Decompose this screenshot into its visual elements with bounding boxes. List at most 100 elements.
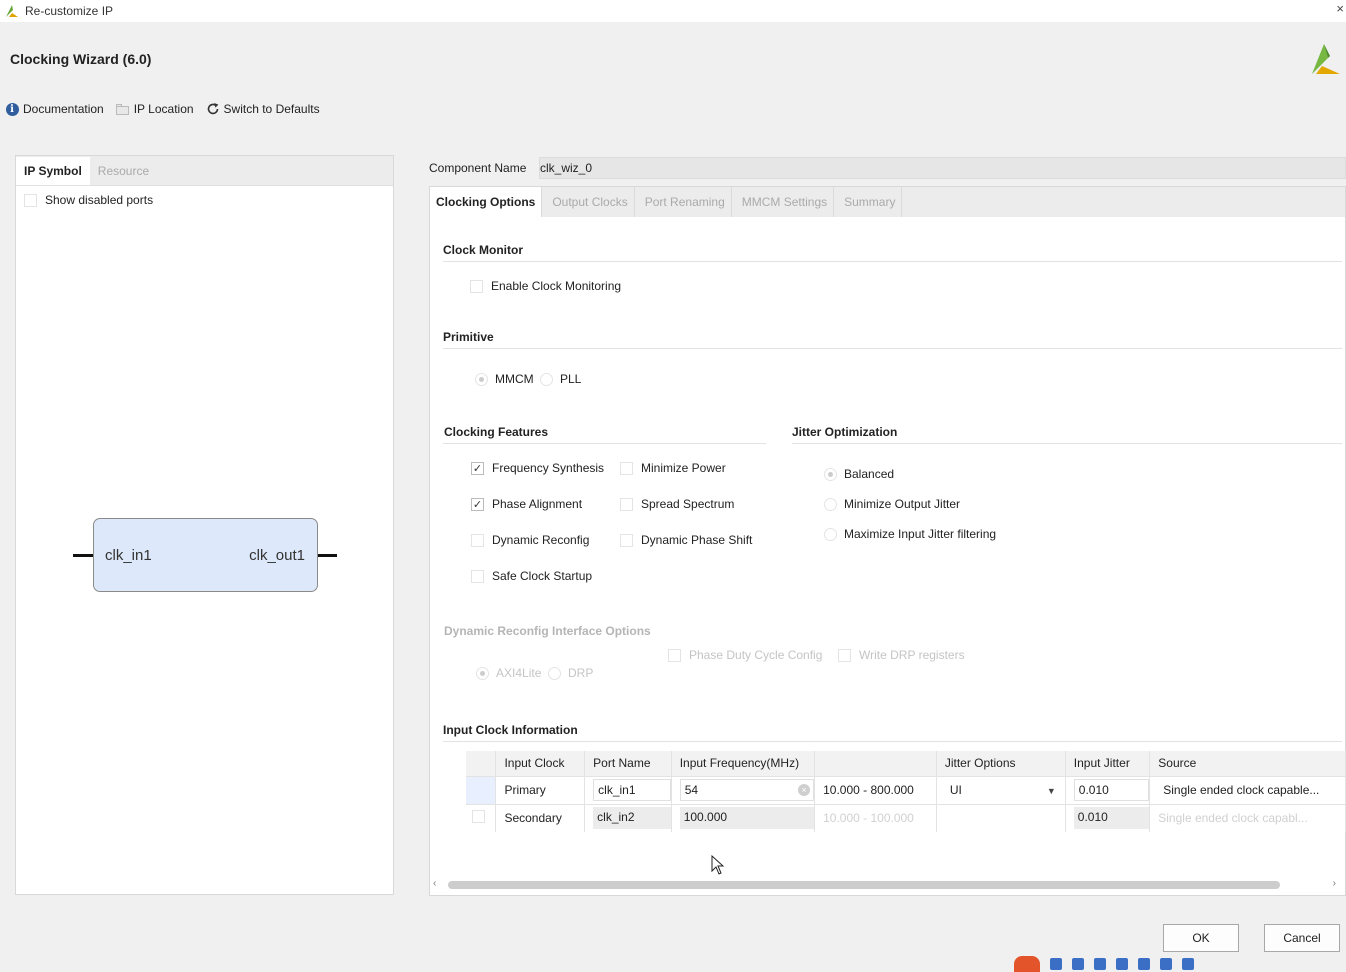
- frequency-synthesis-checkbox[interactable]: ✓: [471, 461, 484, 475]
- vivado-app-icon: [6, 5, 18, 17]
- row-selector[interactable]: [466, 775, 497, 804]
- scroll-left-icon[interactable]: ‹: [433, 878, 436, 889]
- drp-radio[interactable]: [548, 666, 561, 680]
- table-header-cell: Jitter Options: [936, 751, 1066, 776]
- phase-duty-cycle-config-checkbox[interactable]: [668, 648, 681, 662]
- scroll-right-icon[interactable]: ›: [1333, 878, 1336, 889]
- enable-clock-monitoring-checkbox[interactable]: [470, 279, 483, 293]
- dynamic-reconfig-option[interactable]: Dynamic Reconfig: [471, 533, 589, 547]
- primitive-mmcm-option[interactable]: MMCM: [475, 372, 534, 386]
- input-frequency-cell[interactable]: 100.000: [671, 803, 816, 832]
- source-cell: Single ended clock capabl...: [1149, 803, 1346, 832]
- frequency-synthesis-label: Frequency Synthesis: [492, 461, 605, 475]
- write-drp-registers-checkbox[interactable]: [838, 648, 851, 662]
- minimize-power-checkbox[interactable]: [620, 461, 633, 475]
- source-cell[interactable]: Single ended clock capable...: [1149, 775, 1346, 804]
- jitter-balanced-label: Balanced: [844, 467, 895, 481]
- config-tab-bar: Clocking Options Output Clocks Port Rena…: [430, 187, 1345, 217]
- jitter-minimize-output-option[interactable]: Minimize Output Jitter: [824, 497, 960, 511]
- ok-button[interactable]: OK: [1163, 924, 1239, 952]
- tray-icon[interactable]: [1138, 958, 1150, 970]
- primitive-pll-radio[interactable]: [540, 372, 553, 386]
- switch-to-defaults-button[interactable]: Switch to Defaults: [206, 102, 320, 116]
- jitter-balanced-radio[interactable]: [824, 467, 837, 481]
- jitter-minimize-output-radio[interactable]: [824, 497, 837, 511]
- primitive-mmcm-label: MMCM: [495, 372, 534, 386]
- drp-option[interactable]: DRP: [548, 666, 593, 680]
- enable-clock-monitoring-option[interactable]: Enable Clock Monitoring: [470, 279, 621, 293]
- output-pin: [318, 554, 337, 557]
- documentation-label: Documentation: [23, 102, 104, 116]
- input-frequency-field[interactable]: 54 ×: [679, 779, 815, 801]
- ip-location-label: IP Location: [133, 102, 194, 116]
- port-name-cell[interactable]: clk_in1: [584, 775, 672, 804]
- tab-mmcm-settings[interactable]: MMCM Settings: [736, 187, 835, 217]
- tray-icon[interactable]: [1050, 958, 1062, 970]
- row-checkbox[interactable]: [472, 810, 485, 824]
- input-method-icon[interactable]: [1014, 956, 1040, 972]
- minimize-power-option[interactable]: Minimize Power: [620, 461, 726, 475]
- phase-alignment-option[interactable]: ✓ Phase Alignment: [471, 497, 582, 511]
- axi4lite-option[interactable]: AXI4Lite: [476, 666, 541, 680]
- safe-clock-startup-option[interactable]: Safe Clock Startup: [471, 569, 592, 583]
- table-header-cell: Input Jitter: [1065, 751, 1151, 776]
- table-row[interactable]: Secondary clk_in2 100.000 10.000 - 100.0…: [466, 803, 1346, 832]
- primitive-pll-option[interactable]: PLL: [540, 372, 581, 386]
- input-jitter-cell[interactable]: 0.010: [1065, 775, 1151, 804]
- tab-resource[interactable]: Resource: [90, 157, 157, 185]
- input-clock-cell: Secondary: [495, 803, 586, 832]
- scrollbar-thumb[interactable]: [448, 881, 1280, 889]
- input-frequency-cell[interactable]: 54 ×: [671, 775, 816, 804]
- tab-clocking-options[interactable]: Clocking Options: [430, 187, 543, 217]
- spread-spectrum-option[interactable]: Spread Spectrum: [620, 497, 734, 511]
- safe-clock-startup-label: Safe Clock Startup: [492, 569, 593, 583]
- wizard-header: Clocking Wizard (6.0) i Documentation IP…: [0, 22, 1346, 150]
- safe-clock-startup-checkbox[interactable]: [471, 569, 484, 583]
- input-frequency-value: 54: [684, 783, 699, 797]
- window-close-button[interactable]: ×: [1336, 1, 1344, 16]
- tab-port-renaming[interactable]: Port Renaming: [639, 187, 732, 217]
- tray-icon[interactable]: [1072, 958, 1084, 970]
- frequency-synthesis-option[interactable]: ✓ Frequency Synthesis: [471, 461, 604, 475]
- tray-icon[interactable]: [1182, 958, 1194, 970]
- dynamic-phase-shift-checkbox[interactable]: [620, 533, 633, 547]
- tab-output-clocks[interactable]: Output Clocks: [546, 187, 635, 217]
- jitter-options-dropdown[interactable]: UI ▼: [944, 779, 1065, 801]
- input-jitter-cell[interactable]: 0.010: [1065, 803, 1151, 832]
- tab-summary[interactable]: Summary: [838, 187, 903, 217]
- ip-symbol-panel: IP Symbol Resource Show disabled ports c…: [15, 155, 394, 895]
- axi4lite-radio[interactable]: [476, 666, 489, 680]
- tray-icon[interactable]: [1160, 958, 1172, 970]
- jitter-maximize-input-option[interactable]: Maximize Input Jitter filtering: [824, 527, 996, 541]
- jitter-options-cell[interactable]: UI ▼: [936, 775, 1066, 804]
- dynamic-phase-shift-option[interactable]: Dynamic Phase Shift: [620, 533, 752, 547]
- tray-icon[interactable]: [1116, 958, 1128, 970]
- dynamic-reconfig-checkbox[interactable]: [471, 533, 484, 547]
- show-disabled-ports-option[interactable]: Show disabled ports: [24, 193, 153, 207]
- documentation-button[interactable]: i Documentation: [5, 102, 104, 116]
- tray-icon[interactable]: [1094, 958, 1106, 970]
- jitter-maximize-input-radio[interactable]: [824, 527, 837, 541]
- component-name-value: clk_wiz_0: [540, 161, 593, 175]
- write-drp-registers-option[interactable]: Write DRP registers: [838, 648, 965, 662]
- table-header-cell: Port Name: [584, 751, 672, 776]
- show-disabled-ports-checkbox[interactable]: [24, 193, 37, 207]
- folder-icon: [116, 102, 130, 116]
- left-tab-bar: IP Symbol Resource: [16, 156, 393, 186]
- port-name-cell[interactable]: clk_in2: [584, 803, 672, 832]
- jitter-balanced-option[interactable]: Balanced: [824, 467, 894, 481]
- phase-alignment-checkbox[interactable]: ✓: [471, 497, 484, 511]
- row-selector[interactable]: [466, 803, 497, 832]
- ip-location-button[interactable]: IP Location: [116, 102, 194, 116]
- spread-spectrum-checkbox[interactable]: [620, 497, 633, 511]
- primitive-heading: Primitive: [443, 330, 494, 344]
- primitive-mmcm-radio[interactable]: [475, 372, 488, 386]
- phase-duty-cycle-config-option[interactable]: Phase Duty Cycle Config: [668, 648, 822, 662]
- cancel-button[interactable]: Cancel: [1264, 924, 1340, 952]
- table-row[interactable]: Primary clk_in1 54 × 10.000 - 800.000 UI ▼…: [466, 775, 1346, 804]
- component-name-field[interactable]: clk_wiz_0: [539, 157, 1346, 179]
- horizontal-scrollbar[interactable]: ‹ ›: [430, 878, 1342, 892]
- table-header-cell: [466, 751, 497, 776]
- tab-ip-symbol[interactable]: IP Symbol: [16, 157, 90, 185]
- clear-icon[interactable]: ×: [798, 784, 811, 796]
